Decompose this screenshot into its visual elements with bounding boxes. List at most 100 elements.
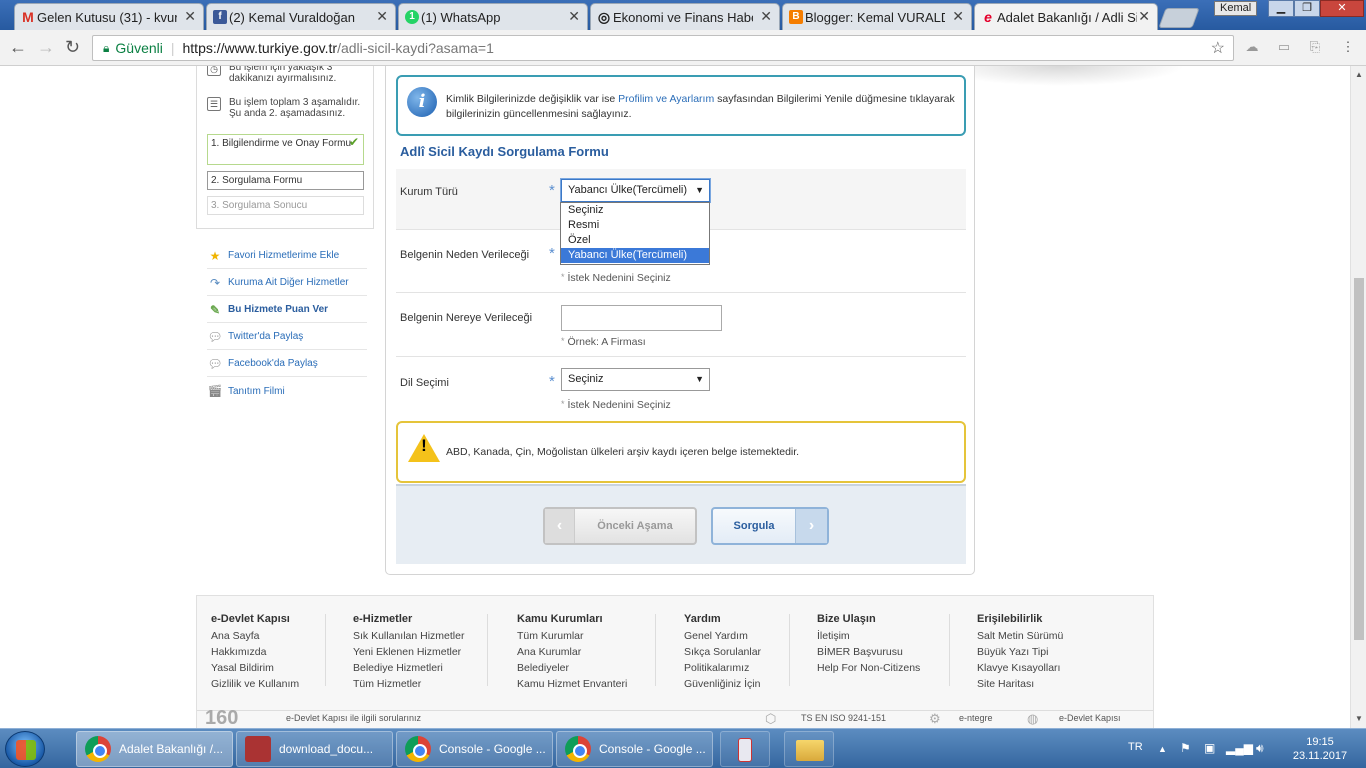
tab-whatsapp[interactable]: 1 (1) WhatsApp ✕ bbox=[398, 3, 588, 30]
page-scrollbar[interactable]: ▲ ▼ bbox=[1350, 66, 1366, 728]
option-ozel[interactable]: Özel bbox=[561, 233, 709, 248]
footer-col-ehizmetler: e-Hizmetler Sık Kullanılan Hizmetler Yen… bbox=[353, 613, 464, 692]
scrollbar-thumb[interactable] bbox=[1354, 278, 1364, 640]
option-yabanci[interactable]: Yabancı Ülke(Tercümeli) bbox=[561, 248, 709, 263]
close-icon[interactable]: ✕ bbox=[760, 8, 772, 25]
sidebar-link-favorite[interactable]: ★ Favori Hizmetlerime Ekle bbox=[207, 243, 367, 269]
time-info-text: Bu işlem için yaklaşık 3 dakikanızı ayır… bbox=[229, 66, 337, 84]
tab-blogger[interactable]: B Blogger: Kemal VURALDİ ✕ bbox=[782, 3, 972, 30]
language-indicator[interactable]: TR bbox=[1128, 741, 1143, 753]
footer-link[interactable]: Help For Non-Citizens bbox=[817, 660, 920, 676]
footer-link[interactable]: Güvenliğiniz İçin bbox=[684, 676, 761, 692]
minimize-icon[interactable]: ▁ bbox=[1268, 0, 1294, 17]
footer-col-yardim: Yardım Genel Yardım Sıkça Sorulanlar Pol… bbox=[684, 613, 761, 692]
footer-link[interactable]: Site Haritası bbox=[977, 676, 1063, 692]
footer-link[interactable]: Klavye Kısayolları bbox=[977, 660, 1063, 676]
footer-link[interactable]: Gizlilik ve Kullanım bbox=[211, 676, 299, 692]
close-icon[interactable]: ✕ bbox=[184, 8, 196, 25]
clock[interactable]: 19:15 23.11.2017 bbox=[1288, 735, 1352, 763]
close-window-icon[interactable]: ✕ bbox=[1320, 0, 1364, 17]
link-label: Bu Hizmete Puan Ver bbox=[228, 304, 329, 315]
task-console-2[interactable]: Console - Google ... bbox=[556, 731, 713, 767]
footer-link[interactable]: Hakkımızda bbox=[211, 644, 299, 660]
menu-icon[interactable]: ⋮ bbox=[1340, 39, 1356, 55]
link-label: Facebook'da Paylaş bbox=[228, 358, 318, 369]
footer-link[interactable]: Sıkça Sorulanlar bbox=[684, 644, 761, 660]
reload-icon[interactable]: ↻ bbox=[65, 36, 80, 58]
footer-link[interactable]: Yeni Eklenen Hizmetler bbox=[353, 644, 464, 660]
nereye-input[interactable] bbox=[561, 305, 722, 331]
iso-text: TS EN ISO 9241-151 bbox=[801, 713, 887, 723]
steps-info-text: Bu işlem toplam 3 aşamalıdır. Şu anda 2.… bbox=[229, 97, 361, 119]
steps-info: ☰ Bu işlem toplam 3 aşamalıdır. Şu anda … bbox=[207, 97, 367, 119]
back-icon[interactable]: ← bbox=[9, 36, 27, 58]
option-resmi[interactable]: Resmi bbox=[561, 218, 709, 233]
sidebar-link-film[interactable]: 🎬︎ Tanıtım Filmi bbox=[207, 378, 367, 404]
show-hidden-icons[interactable]: ▲ bbox=[1158, 744, 1167, 754]
start-button[interactable] bbox=[5, 731, 45, 767]
close-icon[interactable]: ✕ bbox=[568, 8, 580, 25]
dil-value: Seçiniz bbox=[568, 373, 604, 385]
usb-app-pin[interactable] bbox=[720, 731, 770, 767]
info-icon: i bbox=[407, 87, 437, 117]
tab-title: (1) WhatsApp bbox=[421, 9, 501, 25]
close-icon[interactable]: ✕ bbox=[376, 8, 388, 25]
cloud-icon[interactable]: ☁ bbox=[1244, 39, 1260, 55]
volume-icon[interactable]: 🔊︎ bbox=[1256, 741, 1264, 756]
footer-link[interactable]: Büyük Yazı Tipi bbox=[977, 644, 1063, 660]
new-tab-button[interactable] bbox=[1158, 8, 1200, 28]
footer-link[interactable]: Sık Kullanılan Hizmetler bbox=[353, 628, 464, 644]
sidebar-link-twitter[interactable]: 💬︎ Twitter'da Paylaş bbox=[207, 324, 367, 350]
sidebar-link-rate[interactable]: ✎ Bu Hizmete Puan Ver bbox=[207, 297, 367, 323]
footer-link[interactable]: Belediye Hizmetleri bbox=[353, 660, 464, 676]
profile-settings-link[interactable]: Profilim ve Ayarlarım bbox=[618, 93, 714, 105]
network-icon[interactable]: ▂▄▆ bbox=[1226, 741, 1253, 755]
footer-link[interactable]: Ana Kurumlar bbox=[517, 644, 627, 660]
close-icon[interactable]: ✕ bbox=[1138, 8, 1150, 25]
footer-link[interactable]: Yasal Bildirim bbox=[211, 660, 299, 676]
explorer-pin[interactable] bbox=[784, 731, 834, 767]
option-seciniz[interactable]: Seçiniz bbox=[561, 203, 709, 218]
scroll-down-icon[interactable]: ▼ bbox=[1351, 714, 1366, 723]
dil-label: Dil Seçimi bbox=[400, 377, 449, 389]
footer-col-iletisim: Bize Ulaşın İletişim BİMER Başvurusu Hel… bbox=[817, 613, 920, 676]
kurum-select[interactable]: Yabancı Ülke(Tercümeli) ▼ bbox=[561, 179, 710, 202]
tab-adalet[interactable]: e Adalet Bakanlığı / Adli Si ✕ bbox=[974, 3, 1158, 31]
task-chrome-adalet[interactable]: Adalet Bakanlığı /... bbox=[76, 731, 233, 767]
tab-gmail[interactable]: M Gelen Kutusu (31) - kvur ✕ bbox=[14, 3, 204, 30]
tab-ekonomi[interactable]: ◎ Ekonomi ve Finans Habe ✕ bbox=[590, 3, 780, 30]
footer-link[interactable]: Kamu Hizmet Envanteri bbox=[517, 676, 627, 692]
previous-step-button[interactable]: ‹ Önceki Aşama bbox=[543, 507, 697, 545]
sidebar-link-other-services[interactable]: ↷ Kuruma Ait Diğer Hizmetler bbox=[207, 270, 367, 296]
query-button[interactable]: Sorgula › bbox=[711, 507, 829, 545]
profile-button[interactable]: Kemal bbox=[1214, 1, 1258, 16]
footer-link[interactable]: BİMER Başvurusu bbox=[817, 644, 920, 660]
warning-text: ABD, Kanada, Çin, Moğolistan ülkeleri ar… bbox=[446, 446, 800, 458]
flag-icon[interactable]: ⚑ bbox=[1180, 741, 1191, 755]
footer-link[interactable]: Ana Sayfa bbox=[211, 628, 299, 644]
device-icon[interactable]: ▣ bbox=[1204, 741, 1215, 755]
scroll-up-icon[interactable]: ▲ bbox=[1351, 70, 1366, 79]
footer-link[interactable]: Tüm Kurumlar bbox=[517, 628, 627, 644]
bookmark-star-icon[interactable]: ☆ bbox=[1211, 38, 1225, 58]
maximize-icon[interactable]: ❐ bbox=[1294, 0, 1320, 17]
dil-select[interactable]: Seçiniz ▼ bbox=[561, 368, 710, 391]
address-bar[interactable]: 🔒︎ Güvenli | https://www.turkiye.gov.tr … bbox=[92, 35, 1234, 61]
footer-link[interactable]: Tüm Hizmetler bbox=[353, 676, 464, 692]
extension-icon[interactable]: ▭ bbox=[1276, 39, 1292, 55]
footer-link[interactable]: Belediyeler bbox=[517, 660, 627, 676]
divider bbox=[325, 614, 326, 686]
pdf-icon[interactable]: ⎘ bbox=[1307, 39, 1323, 55]
close-icon[interactable]: ✕ bbox=[952, 8, 964, 25]
nereye-label: Belgenin Nereye Verileceği bbox=[400, 312, 533, 324]
task-console-1[interactable]: Console - Google ... bbox=[396, 731, 553, 767]
forward-icon[interactable]: → bbox=[37, 36, 55, 58]
footer-link[interactable]: Genel Yardım bbox=[684, 628, 761, 644]
task-download[interactable]: download_docu... bbox=[236, 731, 393, 767]
sidebar-link-facebook[interactable]: 💬︎ Facebook'da Paylaş bbox=[207, 351, 367, 377]
hint-text: İstek Nedenini Seçiniz bbox=[567, 272, 671, 284]
footer-link[interactable]: İletişim bbox=[817, 628, 920, 644]
tab-facebook[interactable]: f (2) Kemal Vuraldoğan ✕ bbox=[206, 3, 396, 30]
footer-link[interactable]: Salt Metin Sürümü bbox=[977, 628, 1063, 644]
footer-link[interactable]: Politikalarımız bbox=[684, 660, 761, 676]
